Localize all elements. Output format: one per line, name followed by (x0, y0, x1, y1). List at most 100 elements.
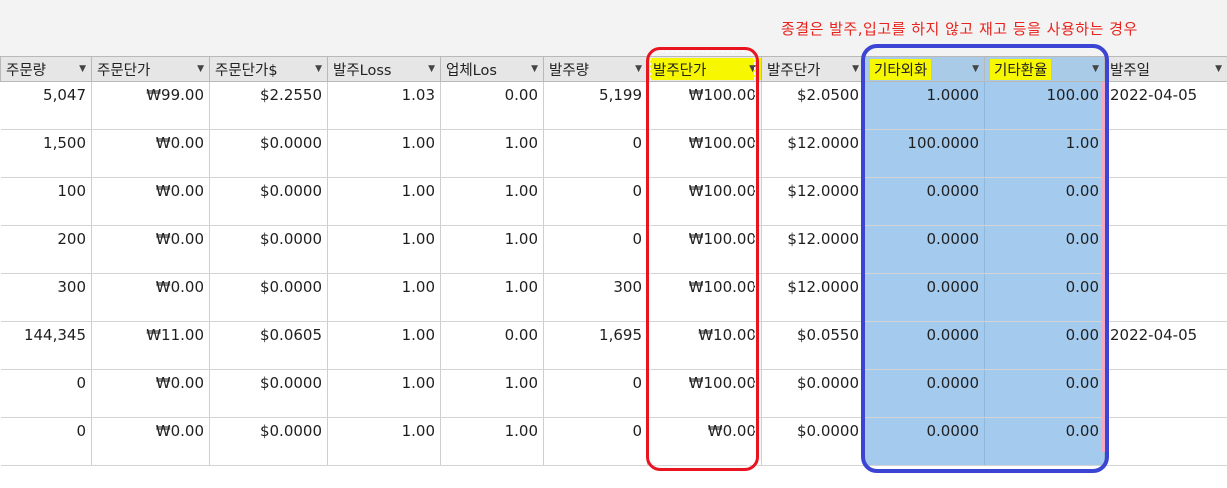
dropdown-arrow-icon[interactable]: ▼ (428, 64, 435, 74)
dropdown-arrow-icon[interactable]: ▼ (635, 64, 642, 74)
table-cell[interactable]: ₩100.00 (647, 273, 762, 322)
table-cell[interactable]: 0.00 (984, 369, 1105, 418)
table-cell[interactable]: 300 (0, 273, 92, 322)
table-cell[interactable]: $0.0000 (209, 369, 328, 418)
table-row[interactable]: 144,345 ₩11.00 $0.0605 1.00 0.00 1,695 ₩10.00 $… (0, 321, 1227, 370)
table-cell[interactable]: $0.0000 (761, 417, 865, 466)
table-cell[interactable]: 0.0000 (864, 321, 985, 370)
column-header[interactable]: 발주량 ▼ (543, 56, 648, 82)
column-header[interactable]: 발주일 ▼ (1104, 56, 1227, 82)
dropdown-arrow-icon[interactable]: ▼ (1092, 64, 1099, 74)
table-cell[interactable]: 1,695 (543, 321, 648, 370)
table-cell[interactable]: 1.00 (327, 369, 441, 418)
table-cell[interactable]: 100 (0, 177, 92, 226)
table-cell[interactable]: 0 (0, 369, 92, 418)
table-cell[interactable]: ₩100.00 (647, 81, 762, 130)
column-header[interactable]: 업체Los ▼ (440, 56, 544, 82)
table-cell[interactable]: $12.0000 (761, 177, 865, 226)
table-cell[interactable]: 1.00 (984, 129, 1105, 178)
table-cell[interactable]: ₩10.00 (647, 321, 762, 370)
table-cell[interactable]: ₩11.00 (91, 321, 210, 370)
table-cell[interactable]: ₩0.00 (91, 177, 210, 226)
table-cell[interactable]: ₩0.00 (91, 369, 210, 418)
table-cell[interactable] (1104, 273, 1227, 322)
table-cell[interactable]: 0.00 (984, 273, 1105, 322)
dropdown-arrow-icon[interactable]: ▼ (531, 64, 538, 74)
table-cell[interactable]: ₩0.00 (91, 417, 210, 466)
table-row[interactable]: 100 ₩0.00 $0.0000 1.00 1.00 0 ₩100.00 $12.0000 0… (0, 177, 1227, 226)
table-cell[interactable]: ₩0.00 (647, 417, 762, 466)
table-cell[interactable] (1104, 129, 1227, 178)
table-cell[interactable]: 0.00 (984, 417, 1105, 466)
table-cell[interactable]: 1.00 (327, 321, 441, 370)
table-cell[interactable]: 0.00 (440, 81, 544, 130)
dropdown-arrow-icon[interactable]: ▼ (852, 64, 859, 74)
dropdown-arrow-icon[interactable]: ▼ (749, 64, 756, 74)
table-cell[interactable]: ₩0.00 (91, 225, 210, 274)
table-cell[interactable]: 1,500 (0, 129, 92, 178)
table-cell[interactable]: 5,199 (543, 81, 648, 130)
table-cell[interactable]: 144,345 (0, 321, 92, 370)
table-row[interactable]: 0 ₩0.00 $0.0000 1.00 1.00 0 ₩0.00 $0.0000 0.0000… (0, 417, 1227, 466)
table-cell[interactable]: 2022-04-05 (1104, 81, 1227, 130)
table-cell[interactable] (1104, 369, 1227, 418)
table-cell[interactable]: 0 (0, 417, 92, 466)
dropdown-arrow-icon[interactable]: ▼ (197, 64, 204, 74)
table-cell[interactable]: $12.0000 (761, 273, 865, 322)
table-cell[interactable]: 0.00 (440, 321, 544, 370)
column-header[interactable]: 기타외화 ▼ (864, 56, 985, 82)
table-row[interactable]: 0 ₩0.00 $0.0000 1.00 1.00 0 ₩100.00 $0.0000 0.00… (0, 369, 1227, 418)
table-cell[interactable]: 1.00 (327, 129, 441, 178)
table-cell[interactable]: ₩100.00 (647, 369, 762, 418)
table-cell[interactable]: $12.0000 (761, 225, 865, 274)
table-row[interactable]: 5,047 ₩99.00 $2.2550 1.03 0.00 5,199 ₩100.00 $2… (0, 81, 1227, 130)
table-cell[interactable]: 5,047 (0, 81, 92, 130)
table-cell[interactable]: ₩99.00 (91, 81, 210, 130)
table-cell[interactable]: 1.00 (440, 177, 544, 226)
table-cell[interactable]: 0.0000 (864, 177, 985, 226)
column-header[interactable]: 발주단가 ▼ (761, 56, 865, 82)
table-row[interactable]: 200 ₩0.00 $0.0000 1.00 1.00 0 ₩100.00 $12.0000 0… (0, 225, 1227, 274)
table-cell[interactable]: 0.0000 (864, 369, 985, 418)
dropdown-arrow-icon[interactable]: ▼ (972, 64, 979, 74)
table-cell[interactable]: 1.03 (327, 81, 441, 130)
column-header[interactable]: 주문단가$ ▼ (209, 56, 328, 82)
dropdown-arrow-icon[interactable]: ▼ (315, 64, 322, 74)
table-cell[interactable]: 0.00 (984, 225, 1105, 274)
table-cell[interactable]: 1.00 (440, 417, 544, 466)
table-cell[interactable]: 1.00 (327, 225, 441, 274)
table-cell[interactable]: $2.0500 (761, 81, 865, 130)
table-cell[interactable] (1104, 417, 1227, 466)
table-cell[interactable]: ₩0.00 (91, 129, 210, 178)
table-cell[interactable]: $0.0000 (209, 129, 328, 178)
table-cell[interactable]: 0.0000 (864, 273, 985, 322)
table-cell[interactable]: 0.0000 (864, 225, 985, 274)
table-cell[interactable]: 200 (0, 225, 92, 274)
table-cell[interactable]: 0.0000 (864, 417, 985, 466)
table-cell[interactable]: 100.0000 (864, 129, 985, 178)
table-cell[interactable]: 1.00 (327, 417, 441, 466)
table-cell[interactable]: 0.00 (984, 321, 1105, 370)
table-cell[interactable]: $0.0000 (209, 273, 328, 322)
table-cell[interactable]: 2022-04-05 (1104, 321, 1227, 370)
table-cell[interactable]: 1.00 (440, 369, 544, 418)
table-cell[interactable]: 1.0000 (864, 81, 985, 130)
table-cell[interactable]: 100.00 (984, 81, 1105, 130)
column-header[interactable]: 발주단가 ▼ (647, 56, 762, 82)
table-cell[interactable]: 0 (543, 417, 648, 466)
table-cell[interactable]: 1.00 (440, 129, 544, 178)
table-cell[interactable]: $0.0550 (761, 321, 865, 370)
table-cell[interactable]: $12.0000 (761, 129, 865, 178)
table-cell[interactable]: 300 (543, 273, 648, 322)
table-cell[interactable]: 1.00 (327, 273, 441, 322)
table-cell[interactable]: ₩100.00 (647, 225, 762, 274)
column-header[interactable]: 주문량 ▼ (0, 56, 92, 82)
table-cell[interactable]: 1.00 (440, 225, 544, 274)
table-cell[interactable]: $2.2550 (209, 81, 328, 130)
table-cell[interactable]: ₩100.00 (647, 177, 762, 226)
dropdown-arrow-icon[interactable]: ▼ (1215, 64, 1222, 74)
table-cell[interactable]: $0.0605 (209, 321, 328, 370)
table-cell[interactable]: 0 (543, 129, 648, 178)
table-cell[interactable]: $0.0000 (209, 417, 328, 466)
table-cell[interactable]: $0.0000 (209, 225, 328, 274)
